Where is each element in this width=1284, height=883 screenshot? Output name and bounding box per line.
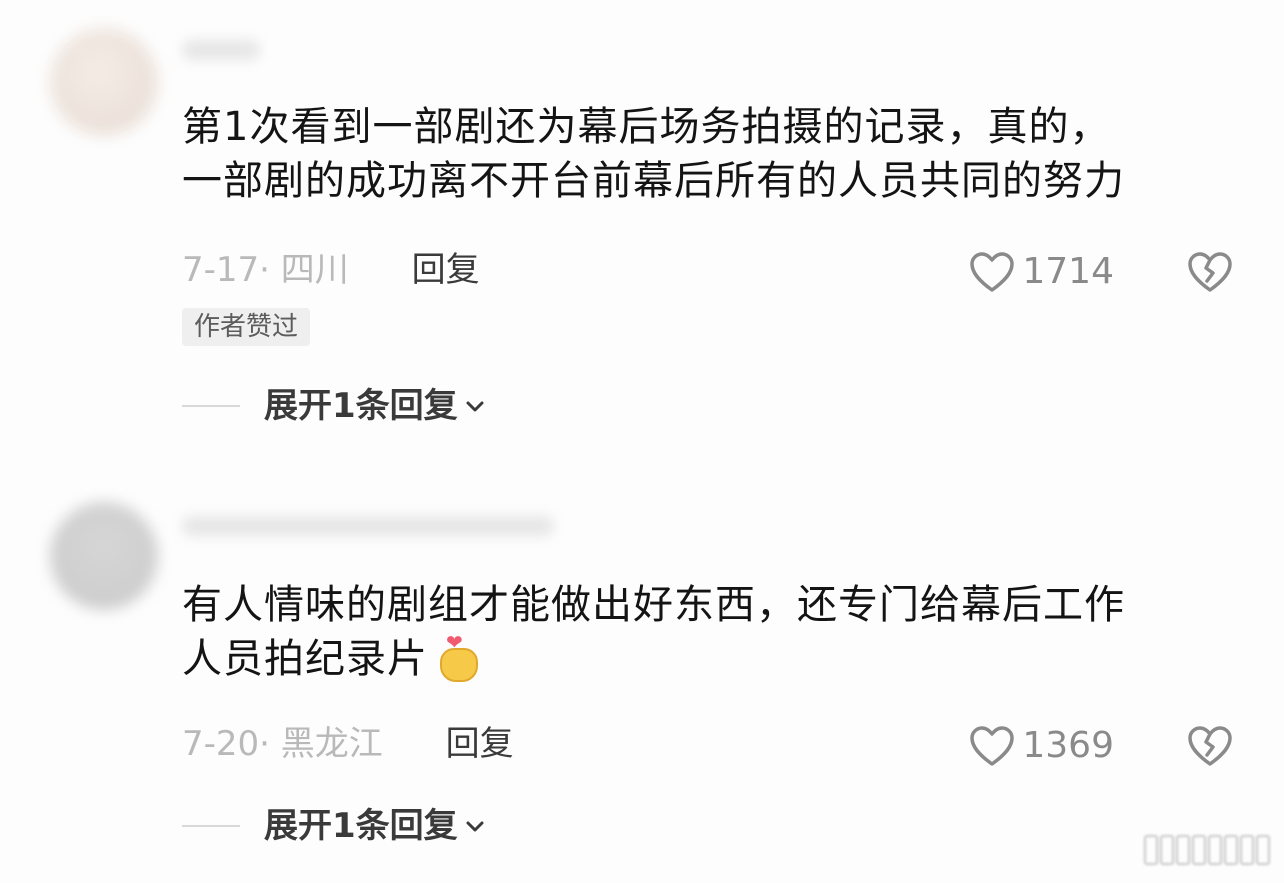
comment-text: 有人情味的剧组才能做出好东西，还专门给幕后工作 人员拍纪录片 ❤ [182,578,1242,686]
expand-replies-button[interactable]: 展开1条回复 [182,806,486,846]
like-button[interactable]: 1369 [968,724,1114,768]
comment-text-body: 有人情味的剧组才能做出好东西，还专门给幕后工作 人员拍纪录片 [182,582,1125,682]
heart-outline-icon [970,726,1015,766]
username[interactable] [182,40,260,60]
broken-heart-icon[interactable] [1186,724,1234,768]
chevron-down-icon [466,401,484,412]
finger-heart-emoji: ❤ [436,632,478,682]
comment-date-location: 7-20· 黑龙江 [182,724,383,764]
expand-replies-label: 展开1条回复 [264,386,458,426]
expand-replies-label: 展开1条回复 [264,806,458,846]
chevron-down-icon [466,821,484,832]
like-count: 1369 [1022,725,1114,766]
comment-date-location: 7-17· 四川 [182,250,349,290]
comment-meta: 7-20· 黑龙江 回复 [182,724,514,764]
divider [182,825,240,827]
reply-button[interactable]: 回复 [412,250,480,290]
heart-outline-icon [970,252,1015,292]
comment-text: 第1次看到一部剧还为幕后场务拍摄的记录，真的， 一部剧的成功离不开台前幕后所有的… [182,104,1125,204]
comment-item: 有人情味的剧组才能做出好东西，还专门给幕后工作 人员拍纪录片 ❤ 7-20· 黑龙… [0,480,1284,883]
avatar[interactable] [50,502,158,610]
username[interactable] [182,516,554,536]
author-liked-badge: 作者赞过 [182,308,311,346]
avatar[interactable] [50,28,158,136]
comment-meta: 7-17· 四川 回复 [182,250,480,290]
watermark-logo [1144,835,1270,865]
divider [182,405,240,407]
broken-heart-icon[interactable] [1186,250,1234,294]
comment-item: 第1次看到一部剧还为幕后场务拍摄的记录，真的， 一部剧的成功离不开台前幕后所有的… [0,0,1284,460]
expand-replies-button[interactable]: 展开1条回复 [182,386,486,426]
reply-button[interactable]: 回复 [446,724,514,764]
like-count: 1714 [1022,251,1114,292]
like-button[interactable]: 1714 [968,250,1114,294]
